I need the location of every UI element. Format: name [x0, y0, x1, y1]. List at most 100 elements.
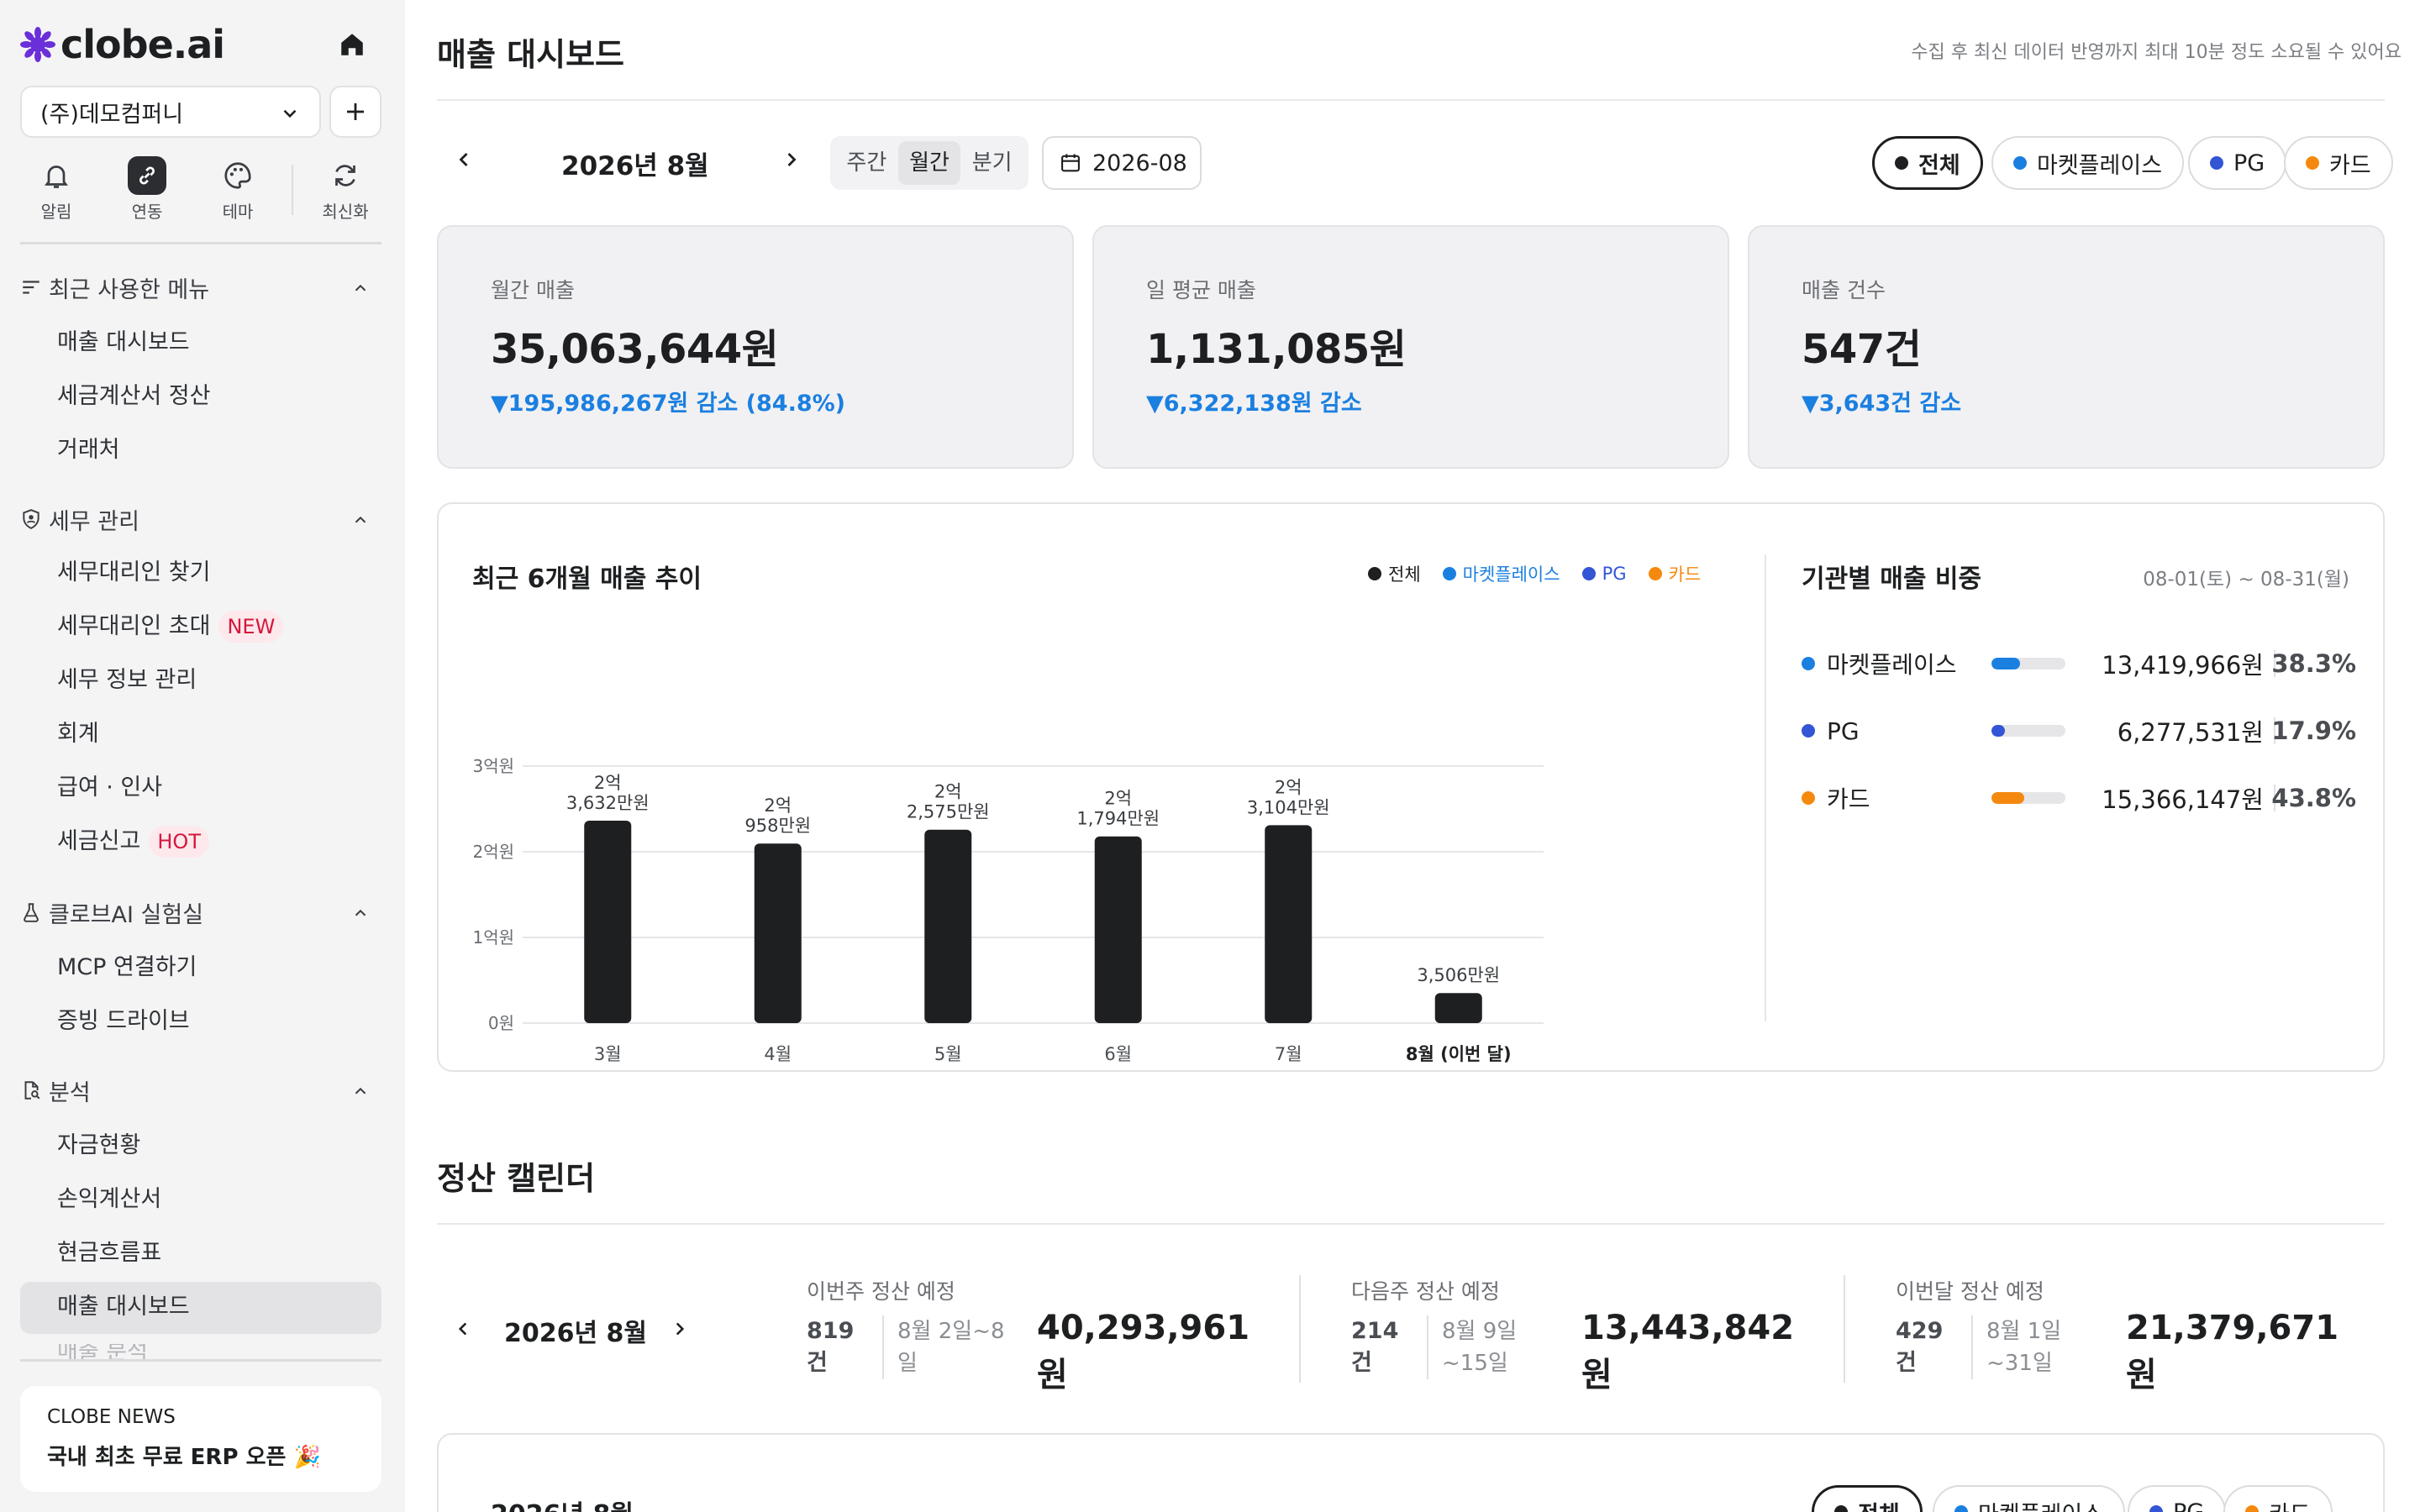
company-name: (주)데모컴퍼니 [40, 101, 184, 128]
x-tick-label: 5월 [934, 1044, 962, 1064]
settlement-amount: 40,293,961원 [1037, 1309, 1250, 1394]
section-analysis[interactable]: 분석 [20, 1074, 381, 1107]
date-picker-button[interactable]: 2026-08 [1042, 136, 1202, 190]
sidebar-item-sales-dashboard[interactable]: 매출 대시보드 [57, 1290, 190, 1324]
quick-link-button[interactable]: 연동 [109, 156, 185, 223]
company-select[interactable]: (주)데모컴퍼니 [20, 86, 321, 138]
palette-icon [224, 162, 251, 189]
chevron-left-icon [458, 1322, 467, 1336]
period-weekly-tab[interactable]: 주간 [835, 141, 898, 185]
sidebar-item-invite-label: 세무대리인 초대 [57, 613, 211, 639]
sidebar-item-clients[interactable]: 거래처 [57, 433, 120, 467]
home-icon [341, 34, 363, 55]
filter-chip-marketplace[interactable]: 마켓플레이스 [1991, 136, 2185, 190]
share-bar [1991, 658, 2065, 669]
quick-theme-button[interactable]: 테마 [200, 156, 276, 223]
shield-user-icon [23, 509, 39, 529]
filter-chip-card[interactable]: 카드 [2284, 136, 2393, 190]
bar-value-label: 3,104만원 [1247, 797, 1330, 817]
brand-name: clobe.ai [60, 22, 225, 67]
bar-value-label: 2억 [594, 773, 622, 793]
card-dot-icon [1802, 791, 1815, 805]
settlement-count: 819건 [807, 1318, 855, 1376]
kpi-change: ▼3,643건 감소 [1802, 391, 1962, 417]
add-company-button[interactable] [329, 86, 381, 138]
section-analysis-title: 분석 [49, 1079, 91, 1106]
data-delay-notice: 수집 후 최신 데이터 반영까지 최대 10분 정도 소요될 수 있어요 [1911, 42, 2402, 63]
sidebar-item-tax-invoice-settlement[interactable]: 세금계산서 정산 [57, 380, 210, 413]
brand-logo[interactable]: clobe.ai [20, 22, 225, 67]
quick-alerts-label: 알림 [40, 202, 72, 222]
y-tick-label: 3억원 [472, 756, 514, 776]
bar-1 [754, 843, 802, 1023]
news-text: 국내 최초 무료 ERP 오픈 🎉 [47, 1445, 321, 1470]
section-tax-title: 세무 관리 [49, 508, 139, 535]
filter-chip-pg[interactable]: PG [2188, 136, 2287, 190]
header-divider [437, 99, 2385, 101]
sidebar-item-mcp-connect[interactable]: MCP 연결하기 [57, 951, 197, 984]
bar-value-label: 3,632만원 [566, 793, 650, 813]
share-bar-fill [1991, 792, 2024, 804]
prev-month-button[interactable] [452, 148, 476, 178]
all-dot-icon [1895, 156, 1908, 170]
sidebar-item-accounting[interactable]: 회계 [57, 717, 99, 751]
period-quarterly-tab[interactable]: 분기 [960, 141, 1023, 185]
calendar-filter-marketplace[interactable]: 마켓플레이스 [1933, 1485, 2126, 1512]
filter-chip-all-label: 전체 [1918, 152, 1960, 179]
bar-3 [1094, 836, 1142, 1023]
sidebar-item-payroll-hr[interactable]: 급여 · 인사 [57, 771, 162, 805]
calendar-next-button[interactable] [669, 1317, 691, 1347]
sidebar-item-tax-filing[interactable]: 세금신고 HOT [57, 825, 209, 858]
marketplace-dot-icon [1954, 1505, 1968, 1512]
section-tax-management[interactable]: 세무 관리 [20, 502, 381, 536]
share-amount: 15,366,147원 [2102, 785, 2264, 814]
legend-dot-icon [1368, 567, 1381, 580]
sidebar-item-invite-tax-agent[interactable]: 세무대리인 초대 NEW [57, 610, 284, 643]
legend-item-pg: PG [1581, 564, 1627, 584]
home-button[interactable] [338, 30, 366, 62]
filter-chip-marketplace-label: 마켓플레이스 [2037, 152, 2163, 179]
legend-dot-icon [1581, 567, 1596, 580]
bar-value-label: 2,575만원 [907, 802, 990, 822]
sidebar-item-tax-info[interactable]: 세무 정보 관리 [57, 664, 197, 697]
sidebar-item-fund-status[interactable]: 자금현황 [57, 1129, 140, 1163]
quick-alerts-button[interactable]: 알림 [18, 156, 94, 223]
x-tick-label: 8월 (이번 달) [1406, 1044, 1512, 1064]
settlement-amount: 13,443,842원 [1581, 1309, 1795, 1394]
calendar-card-month: 2026년 8월 [491, 1494, 634, 1512]
sidebar-item-sales-dashboard-recent[interactable]: 매출 대시보드 [57, 326, 190, 360]
settlement-this-week: 이번주 정산 예정 819건 8월 2일~8일 40,293,961원 [807, 1275, 1277, 1394]
section-ai-lab[interactable]: 클로브AI 실험실 [20, 895, 381, 929]
sidebar-item-income-statement[interactable]: 손익계산서 [57, 1183, 161, 1216]
bar-value-label: 2억 [764, 795, 792, 816]
next-month-button[interactable] [780, 148, 803, 178]
kpi-label: 월간 매출 [491, 278, 575, 302]
kpi-value: 35,063,644원 [491, 326, 779, 373]
share-row-pg: PG 6,277,531원 17.9% [1802, 714, 2356, 748]
calendar-title: 정산 캘린더 [437, 1160, 596, 1197]
bar-4 [1265, 825, 1313, 1023]
sidebar-item-cash-flow[interactable]: 현금흐름표 [57, 1236, 161, 1270]
sidebar-item-evidence-drive[interactable]: 증빙 드라이브 [57, 1005, 190, 1038]
kpi-card-daily-average: 일 평균 매출 1,131,085원 ▼6,322,138원 감소 [1092, 225, 1729, 469]
calendar-filter-all[interactable]: 전체 [1812, 1485, 1923, 1512]
section-recent-menu[interactable]: 최근 사용한 메뉴 [20, 270, 381, 304]
refresh-icon [335, 165, 355, 186]
chevron-up-icon [355, 909, 366, 916]
sidebar-item-sales-analysis[interactable]: 매출 분석 [57, 1344, 148, 1361]
period-monthly-tab[interactable]: 월간 [897, 141, 961, 185]
date-picker-value: 2026-08 [1092, 150, 1187, 176]
chart-vertical-divider [1765, 554, 1766, 1021]
legend-item-marketplace: 마켓플레이스 [1442, 561, 1560, 586]
share-title: 기관별 매출 비중 [1802, 564, 1982, 594]
calendar-filter-pg[interactable]: PG [2128, 1485, 2227, 1512]
news-card[interactable]: CLOBE NEWS 국내 최초 무료 ERP 오픈 🎉 [20, 1386, 381, 1492]
chevron-up-icon [355, 1087, 366, 1095]
sidebar-item-find-tax-agent[interactable]: 세무대리인 찾기 [57, 556, 210, 590]
legend-label: 전체 [1388, 564, 1421, 585]
calendar-prev-button[interactable] [452, 1317, 474, 1347]
quick-refresh-button[interactable]: 최신화 [308, 156, 383, 223]
calendar-filter-card[interactable]: 카드 [2223, 1485, 2333, 1512]
sales-trend-card: 최근 6개월 매출 추이 전체 마켓플레이스 PG 카드 0원 1억원 2억원 3억원… [437, 502, 2385, 1072]
filter-chip-all[interactable]: 전체 [1872, 136, 1983, 190]
